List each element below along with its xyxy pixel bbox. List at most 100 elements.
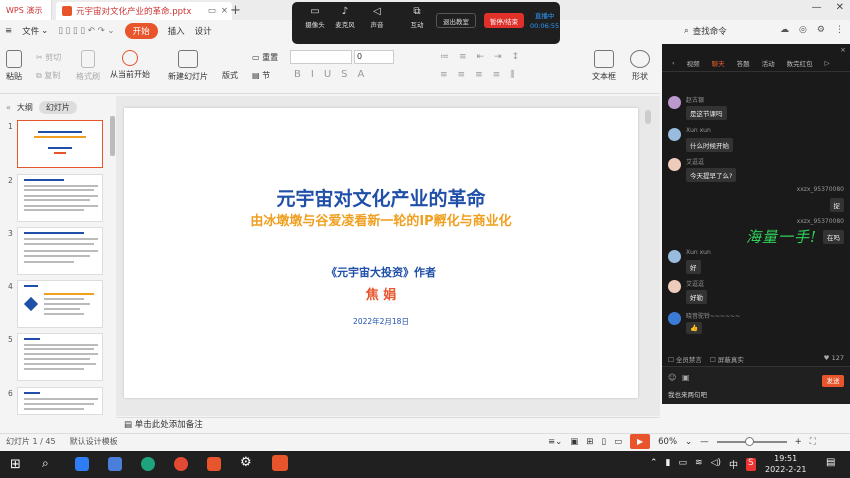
chat-more-icon[interactable]: ▷ (819, 59, 836, 67)
user-icon[interactable]: ◎ (799, 25, 807, 35)
format-painter-button[interactable]: 格式刷 (76, 50, 100, 82)
input-method-icon[interactable]: S (746, 458, 756, 471)
chrome-icon[interactable] (174, 457, 188, 471)
chat-tab-redpacket[interactable]: 数完红包 (781, 58, 819, 68)
new-tab-button[interactable]: + (230, 3, 241, 18)
bold-icon[interactable]: B (294, 69, 301, 80)
chat-tab-activity[interactable]: 活动 (756, 58, 781, 68)
italic-icon[interactable]: I (311, 69, 314, 80)
template-name[interactable]: 默认设计模板 (70, 436, 118, 447)
fit-window-icon[interactable]: ⛶ (810, 437, 816, 447)
tab-slides[interactable]: 幻灯片 (38, 100, 77, 114)
settings-icon[interactable]: ⚙ (240, 455, 252, 470)
chat-tab-video[interactable]: 视频 (681, 58, 706, 68)
search-command[interactable]: ⌕ 查找命令 (684, 25, 727, 37)
layout-button[interactable]: 版式 (222, 70, 238, 81)
usb-icon[interactable]: ▮ (666, 458, 671, 471)
play-from-current-button[interactable]: 从当前开始 (110, 50, 150, 80)
zoom-slider-knob[interactable] (744, 436, 754, 446)
tab-insert[interactable]: 插入 (163, 25, 190, 37)
more-icon[interactable]: ⋮ (835, 25, 844, 35)
wifi-icon[interactable]: ≋ (695, 458, 703, 471)
new-slide-button[interactable]: 新建幻灯片 (168, 50, 208, 82)
notifications-icon[interactable]: ▤ (826, 457, 835, 468)
app-icon-people[interactable] (108, 457, 122, 471)
slide-subtitle[interactable]: 由冰墩墩与谷爱凌看新一轮的IP孵化与商业化 (124, 210, 638, 229)
slide-thumbnail-1[interactable] (17, 120, 103, 168)
hamburger-icon[interactable]: ≡ (0, 26, 17, 36)
chat-tab-quiz[interactable]: 答题 (731, 58, 756, 68)
notes-toggle-icon[interactable]: ≡⌄ (548, 437, 562, 447)
file-menu[interactable]: 文件 ⌄ (17, 25, 53, 37)
underline-icon[interactable]: U (324, 69, 331, 80)
minimize-icon[interactable]: — (812, 2, 822, 13)
shape-button[interactable]: 形状 (630, 50, 650, 82)
panel-scrollbar[interactable] (110, 116, 115, 156)
strike-icon[interactable]: S (341, 69, 347, 80)
slide-date[interactable]: 2022年2月18日 (124, 316, 638, 327)
align-center-icon[interactable]: ≡ (458, 70, 466, 80)
tab-outline[interactable]: 大纲 (17, 102, 33, 113)
document-tab[interactable]: 元宇宙对文化产业的革命.pptx ▭ × (56, 2, 232, 20)
zoom-slider[interactable] (716, 436, 787, 446)
windows-start-icon[interactable]: ⊞ (10, 457, 21, 472)
like-counter[interactable]: ♥ 127 (824, 354, 844, 362)
slide-thumbnail-5[interactable] (17, 333, 103, 381)
section-button[interactable]: ▤ 节 (252, 70, 270, 81)
slideshow-button[interactable]: ▶ (630, 434, 651, 449)
current-slide[interactable]: 元宇宙对文化产业的革命 由冰墩墩与谷爱凌看新一轮的IP孵化与商业化 《元宇宙大投… (124, 108, 638, 398)
canvas-scrollbar[interactable] (644, 106, 652, 406)
close-window-icon[interactable]: ✕ (836, 2, 844, 13)
hide-real-toggle[interactable]: ☐ 屏蔽真实 (710, 354, 744, 364)
chat-back-icon[interactable]: ‹ (666, 59, 681, 67)
interact-button[interactable]: ⧉ 互动 (400, 6, 434, 29)
list-icon[interactable]: ≔ (440, 52, 449, 62)
textbox-button[interactable]: 文本框 (592, 50, 616, 82)
tab-design[interactable]: 设计 (190, 25, 217, 37)
columns-icon[interactable]: ⫼ (510, 70, 514, 80)
slide-book-line[interactable]: 《元宇宙大投资》作者 (124, 264, 638, 280)
chat-close-icon[interactable]: × (840, 46, 846, 54)
monitor-icon[interactable]: ▭ (208, 6, 216, 16)
slide-thumbnail-3[interactable] (17, 227, 103, 275)
presenter-view-icon[interactable]: ▭ (614, 437, 622, 447)
display-icon[interactable]: ▭ (679, 458, 688, 471)
slide-thumbnail-2[interactable] (17, 174, 103, 222)
zoom-in-icon[interactable]: + (795, 437, 802, 447)
font-color-icon[interactable]: A (358, 69, 365, 80)
zoom-level[interactable]: 60% (658, 437, 677, 447)
ime-indicator[interactable]: 中 (729, 458, 738, 471)
live-app-icon[interactable] (272, 455, 288, 471)
clock[interactable]: 19:51 2022-2-21 (765, 453, 806, 475)
edge-icon[interactable] (141, 457, 155, 471)
camera-button[interactable]: ▭ 摄像头 (298, 6, 332, 29)
cut-button[interactable]: ✂ 剪切 (36, 52, 61, 63)
slide-author[interactable]: 焦 娟 (124, 284, 638, 303)
tray-expand-icon[interactable]: ⌃ (650, 458, 658, 471)
volume-icon[interactable]: ◁) (711, 458, 721, 471)
collapse-panel-icon[interactable]: « (6, 103, 11, 112)
chat-tab-chat[interactable]: 聊天 (706, 58, 731, 68)
close-tab-icon[interactable]: × (221, 6, 228, 16)
chat-input[interactable]: 我也来两句吧 (668, 389, 707, 399)
notes-area[interactable]: ▤ 单击此处添加备注 (116, 417, 660, 432)
mic-button[interactable]: ♪ 麦克风 (328, 6, 362, 29)
settings-icon[interactable]: ⚙ (817, 25, 825, 35)
slide-thumbnail-6[interactable] (17, 387, 103, 415)
quick-access-icons[interactable]: ▯ ▯ ▯ ▯ ↶ ↷ ⌄ (53, 26, 119, 36)
pause-end-button[interactable]: 暂停/结束 (484, 13, 524, 28)
font-name-input[interactable] (290, 50, 352, 64)
numbered-list-icon[interactable]: ≡ (459, 52, 467, 62)
align-left-icon[interactable]: ≡ (440, 70, 448, 80)
line-spacing-icon[interactable]: ↕ (512, 52, 520, 62)
sorter-view-icon[interactable]: ⊞ (586, 437, 593, 447)
font-size-input[interactable]: 0 (354, 50, 394, 64)
mute-all-toggle[interactable]: ☐ 全员禁言 (668, 354, 702, 364)
align-right-icon[interactable]: ≡ (475, 70, 483, 80)
tab-start[interactable]: 开始 (120, 23, 163, 39)
search-icon[interactable]: ⌕ (42, 456, 49, 471)
cloud-icon[interactable]: ☁ (780, 25, 789, 35)
indent-icon[interactable]: ⇤ (477, 52, 485, 62)
copy-button[interactable]: ⧉ 复制 (36, 70, 60, 81)
wps-presentation-icon[interactable] (207, 457, 221, 471)
